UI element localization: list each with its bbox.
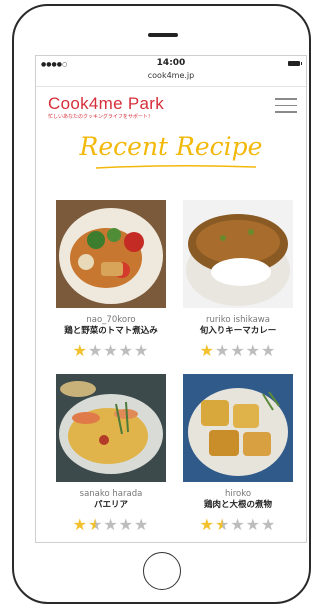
star-icon[interactable]: ★ <box>103 341 118 360</box>
star-icon[interactable]: ★ <box>261 341 276 360</box>
star-rating[interactable]: ★★★★★ <box>182 516 294 534</box>
recipe-card[interactable]: hiroko 鶏肉と大根の煮物 ★★★★★ <box>182 374 294 534</box>
star-icon[interactable]: ★ <box>261 515 276 534</box>
star-icon[interactable]: ★ <box>230 341 245 360</box>
title-underline <box>95 164 257 169</box>
recipe-title[interactable]: パエリア <box>55 499 167 512</box>
recipe-photo[interactable] <box>56 374 166 482</box>
menu-bar <box>275 111 297 113</box>
star-icon[interactable]: ★ <box>119 341 134 360</box>
recipe-photo[interactable] <box>183 374 293 482</box>
star-icon[interactable]: ★ <box>230 515 245 534</box>
site-tagline: 忙しいあなたのクッキングライフをサポート！ <box>48 114 153 120</box>
recipe-title[interactable]: 旬入りキーマカレー <box>182 325 294 338</box>
recipe-photo[interactable] <box>56 200 166 308</box>
star-icon[interactable]: ★ <box>215 515 230 534</box>
menu-bar <box>275 98 297 100</box>
site-logo[interactable]: Cook4me Park <box>48 94 164 114</box>
status-bar: ●●●●○ 14:00 <box>36 56 306 70</box>
recipe-card[interactable]: ruriko ishikawa 旬入りキーマカレー ★★★★★ <box>182 200 294 360</box>
star-icon[interactable]: ★ <box>88 341 103 360</box>
phone-speaker <box>148 33 178 37</box>
recipe-author[interactable]: nao_70koro <box>55 315 167 325</box>
home-button[interactable] <box>143 552 181 590</box>
recipe-photo[interactable] <box>183 200 293 308</box>
recipe-author[interactable]: sanako harada <box>55 489 167 499</box>
star-rating[interactable]: ★★★★★ <box>55 342 167 360</box>
star-icon[interactable]: ★ <box>200 341 215 360</box>
section-title: Recent Recipe <box>79 132 263 161</box>
recipe-title[interactable]: 鶏肉と大根の煮物 <box>182 499 294 512</box>
star-icon[interactable]: ★ <box>103 515 118 534</box>
menu-icon[interactable] <box>275 98 297 114</box>
site-header: Cook4me Park 忙しいあなたのクッキングライフをサポート！ <box>36 87 306 127</box>
battery-icon <box>288 61 302 66</box>
star-icon[interactable]: ★ <box>134 515 149 534</box>
star-icon[interactable]: ★ <box>200 515 215 534</box>
star-icon[interactable]: ★ <box>215 341 230 360</box>
star-rating[interactable]: ★★★★★ <box>55 516 167 534</box>
star-icon[interactable]: ★ <box>246 515 261 534</box>
recipe-author[interactable]: ruriko ishikawa <box>182 315 294 325</box>
recipe-card[interactable]: nao_70koro 鶏と野菜のトマト煮込み ★★★★★ <box>55 200 167 360</box>
star-icon[interactable]: ★ <box>246 341 261 360</box>
star-icon[interactable]: ★ <box>73 341 88 360</box>
star-icon[interactable]: ★ <box>134 341 149 360</box>
phone-screen: ●●●●○ 14:00 cook4me.jp Cook4me Park 忙しいあ… <box>35 55 307 543</box>
recipe-card[interactable]: sanako harada パエリア ★★★★★ <box>55 374 167 534</box>
menu-bar <box>275 104 297 106</box>
recipe-author[interactable]: hiroko <box>182 489 294 499</box>
status-time: 14:00 <box>156 58 186 68</box>
recipe-title[interactable]: 鶏と野菜のトマト煮込み <box>55 325 167 338</box>
star-rating[interactable]: ★★★★★ <box>182 342 294 360</box>
url-bar[interactable]: cook4me.jp <box>36 70 306 87</box>
star-icon[interactable]: ★ <box>119 515 134 534</box>
star-icon[interactable]: ★ <box>88 515 103 534</box>
star-icon[interactable]: ★ <box>73 515 88 534</box>
